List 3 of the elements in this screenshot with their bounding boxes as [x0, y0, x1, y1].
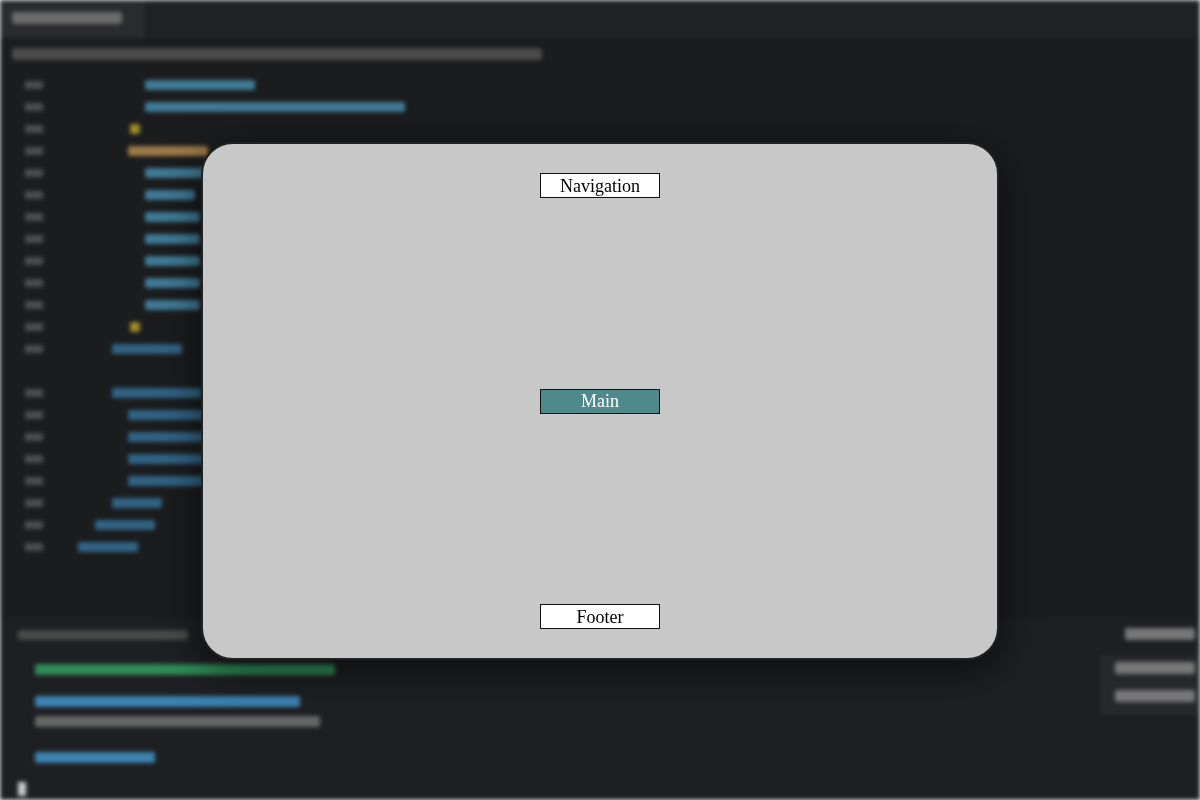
layout-box: Footer	[540, 604, 660, 629]
layout-box: Navigation	[540, 173, 660, 198]
layout-box: Main	[540, 388, 660, 414]
